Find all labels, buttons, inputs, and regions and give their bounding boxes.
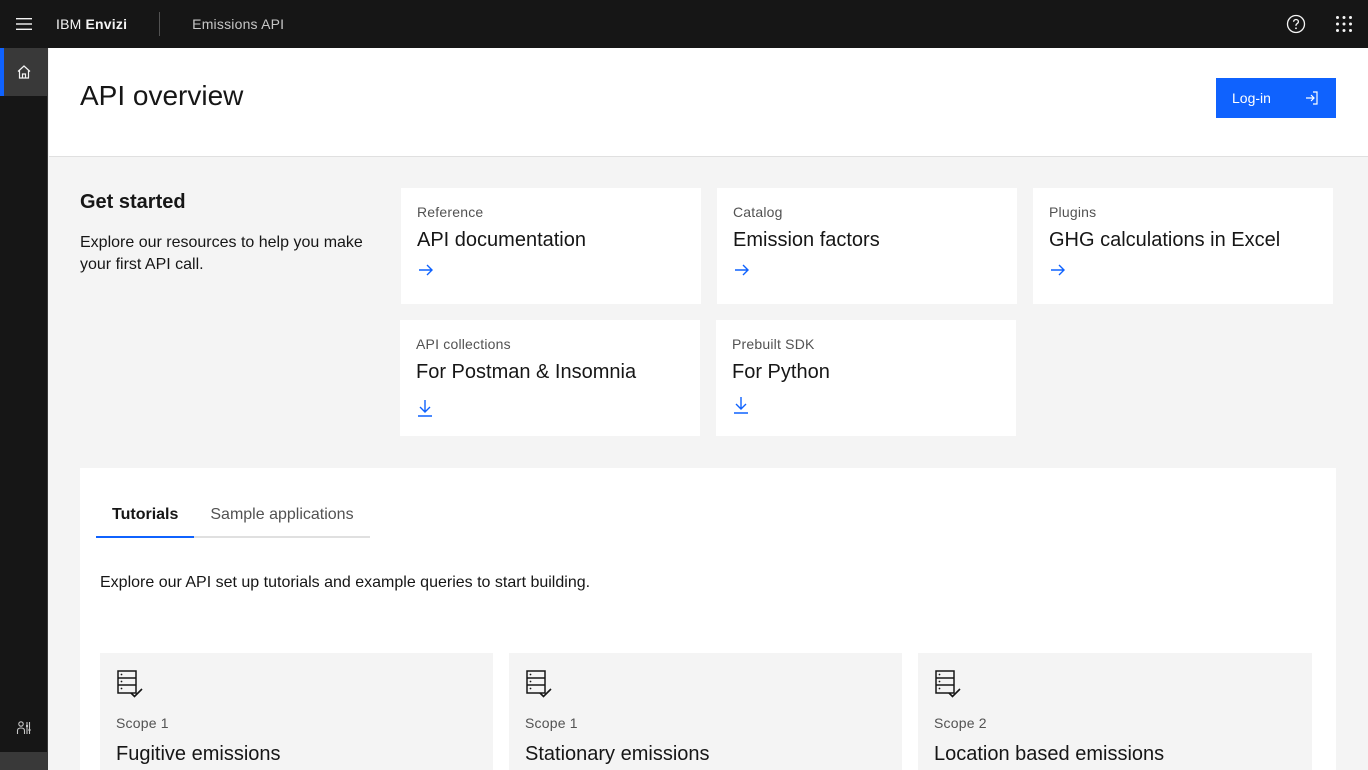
data-check-icon (116, 669, 477, 701)
tile-title: API documentation (417, 229, 586, 251)
tile-eyebrow: Prebuilt SDK (732, 336, 815, 352)
download-icon (416, 398, 684, 423)
tutorial-card-location-based[interactable]: Scope 2 Location based emissions (918, 653, 1312, 770)
product-name[interactable]: Emissions API (160, 0, 284, 48)
tile-title: Emission factors (733, 229, 880, 251)
app-switcher-icon[interactable] (1320, 0, 1368, 48)
card-title: Fugitive emissions (116, 743, 281, 765)
tile-eyebrow: Reference (417, 204, 484, 220)
tile-eyebrow: Catalog (733, 204, 783, 220)
tile-eyebrow: API collections (416, 336, 511, 352)
login-button-label: Log-in (1232, 90, 1271, 106)
side-nav-footer (0, 752, 48, 770)
tile-api-collections[interactable]: API collections For Postman & Insomnia (400, 320, 700, 436)
data-check-icon (525, 669, 886, 701)
brand-name[interactable]: IBM Envizi (48, 0, 159, 48)
tile-prebuilt-sdk[interactable]: Prebuilt SDK For Python (716, 320, 1016, 436)
card-title: Location based emissions (934, 743, 1165, 765)
tab-tutorials[interactable]: Tutorials (96, 492, 195, 538)
side-nav-users[interactable] (0, 704, 48, 752)
login-icon (1306, 91, 1318, 105)
user-settings-icon (16, 721, 31, 734)
brand-prefix: IBM (56, 16, 82, 32)
tile-eyebrow: Plugins (1049, 204, 1097, 220)
card-title: Stationary emissions (525, 743, 710, 765)
login-button[interactable]: Log-in (1216, 78, 1336, 118)
arrow-right-icon (733, 262, 1001, 283)
side-nav-home[interactable] (0, 48, 48, 96)
tile-title: GHG calculations in Excel (1049, 229, 1281, 251)
tile-title: For Python (732, 361, 830, 383)
tab-list: Tutorials Sample applications (96, 492, 370, 538)
help-icon[interactable] (1272, 0, 1320, 48)
page-header: API overview Log-in (49, 48, 1368, 157)
download-icon (732, 395, 1000, 420)
home-icon (17, 65, 31, 79)
card-eyebrow: Scope 1 (116, 715, 169, 731)
arrow-right-icon (1049, 262, 1317, 283)
get-started-description: Explore our resources to help you make y… (80, 234, 363, 273)
card-eyebrow: Scope 1 (525, 715, 578, 731)
tab-sample-applications[interactable]: Sample applications (194, 492, 369, 536)
brand-product-family: Envizi (85, 16, 128, 32)
tile-api-documentation[interactable]: Reference API documentation (401, 188, 701, 304)
tile-emission-factors[interactable]: Catalog Emission factors (717, 188, 1017, 304)
card-eyebrow: Scope 2 (934, 715, 987, 731)
page-title: API overview (80, 80, 244, 111)
top-header: IBM Envizi Emissions API (0, 0, 1368, 48)
hamburger-menu-icon[interactable] (0, 0, 48, 48)
tile-ghg-excel[interactable]: Plugins GHG calculations in Excel (1033, 188, 1333, 304)
tutorials-description: Explore our API set up tutorials and exa… (100, 574, 591, 591)
tutorial-card-fugitive[interactable]: Scope 1 Fugitive emissions (100, 653, 493, 770)
get-started-title: Get started (80, 191, 186, 213)
header-actions (1272, 0, 1368, 48)
arrow-right-icon (417, 262, 685, 283)
tutorial-card-stationary[interactable]: Scope 1 Stationary emissions (509, 653, 902, 770)
data-check-icon (934, 669, 1296, 701)
side-nav (0, 48, 48, 770)
tutorials-panel: Tutorials Sample applications Explore ou… (80, 468, 1336, 770)
tile-title: For Postman & Insomnia (416, 361, 637, 383)
